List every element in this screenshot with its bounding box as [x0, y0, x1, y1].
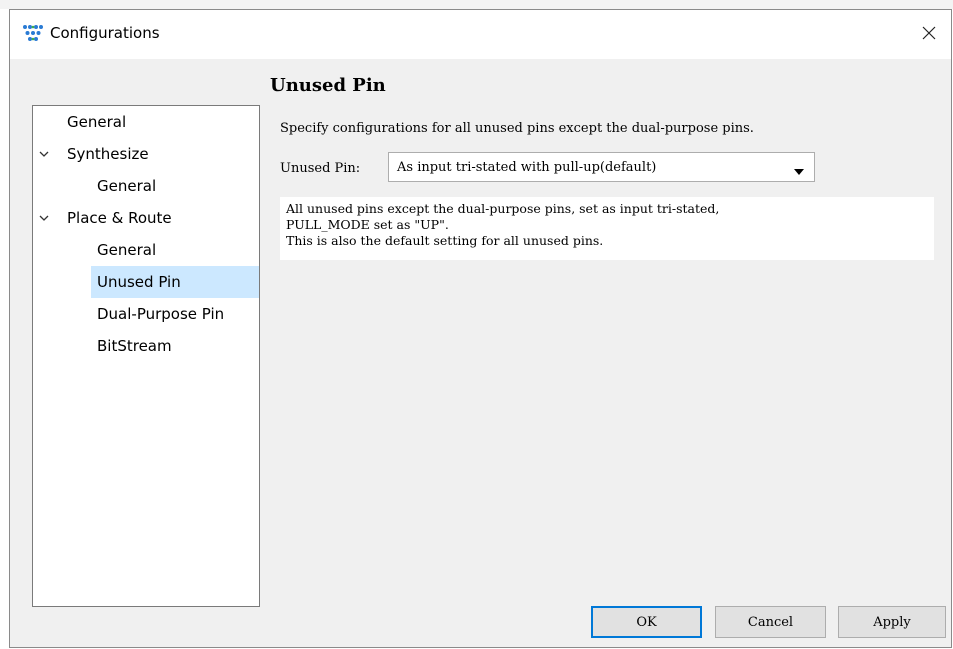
tree-item-label: Synthesize	[67, 145, 149, 163]
ok-button[interactable]: OK	[591, 606, 702, 638]
tree-item-synthesize[interactable]: Synthesize	[33, 138, 259, 170]
tree-item-label: Dual-Purpose Pin	[97, 305, 225, 323]
chevron-down-icon[interactable]	[37, 138, 51, 170]
tree-item-dual-purpose-pin[interactable]: Dual-Purpose Pin	[33, 298, 259, 330]
tree-item-label: BitStream	[97, 337, 172, 355]
info-line: PULL_MODE set as "UP".	[286, 217, 449, 232]
unused-pin-select[interactable]: As input tri-stated with pull-up(default…	[388, 152, 815, 182]
chevron-down-icon[interactable]	[37, 202, 51, 234]
section-title: Unused Pin	[270, 75, 386, 96]
tree-item-bitstream[interactable]: BitStream	[33, 330, 259, 362]
title-bar: Configurations	[10, 9, 951, 59]
tree-item-place-route[interactable]: Place & Route	[33, 202, 259, 234]
tree-item-unused-pin[interactable]: Unused Pin	[33, 266, 259, 298]
unused-pin-select-value: As input tri-stated with pull-up(default…	[397, 160, 657, 175]
close-button[interactable]	[907, 10, 951, 60]
tree-item-label: General	[67, 113, 127, 131]
info-line: All unused pins except the dual-purpose …	[286, 201, 720, 216]
category-tree[interactable]: General Synthesize General Place & Route…	[32, 105, 260, 607]
info-text-box: All unused pins except the dual-purpose …	[280, 197, 934, 260]
tree-item-label: Place & Route	[67, 209, 172, 227]
window-title: Configurations	[50, 24, 160, 42]
configurations-dialog: Configurations General Synthesize Genera…	[9, 9, 952, 648]
apply-button[interactable]: Apply	[838, 606, 946, 638]
info-line: This is also the default setting for all…	[286, 233, 604, 248]
section-description: Specify configurations for all unused pi…	[280, 121, 754, 136]
close-icon	[922, 26, 936, 44]
unused-pin-label: Unused Pin:	[280, 161, 361, 176]
tree-item-label: General	[97, 241, 157, 259]
dropdown-arrow-icon	[794, 164, 804, 179]
background-strip	[0, 0, 953, 9]
tree-item-label: Unused Pin	[97, 273, 181, 291]
tree-item-synthesize-general[interactable]: General	[33, 170, 259, 202]
tree-item-place-route-general[interactable]: General	[33, 234, 259, 266]
gowin-logo-icon	[22, 23, 44, 43]
tree-item-general[interactable]: General	[33, 106, 259, 138]
cancel-button[interactable]: Cancel	[715, 606, 826, 638]
tree-item-label: General	[97, 177, 157, 195]
